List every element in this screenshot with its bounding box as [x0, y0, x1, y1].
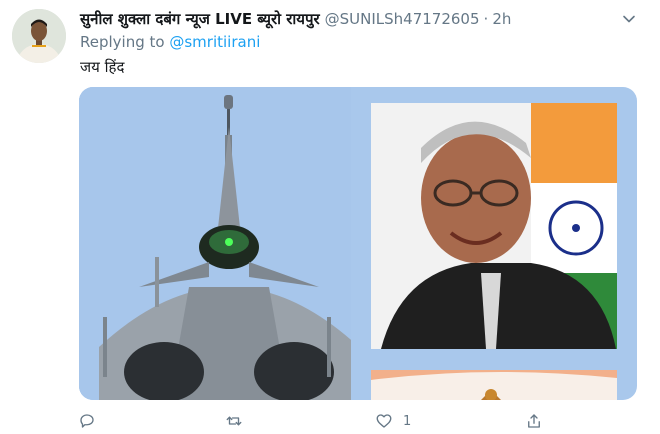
- chevron-down-icon[interactable]: [620, 10, 638, 28]
- separator-dot: ·: [483, 10, 489, 28]
- tweet-actions: 1: [78, 412, 558, 434]
- like-icon: [376, 414, 392, 428]
- tweet-header: सुनील शुक्ला दबंग न्यूज LIVE ब्यूरो रायप…: [80, 8, 511, 30]
- author-handle[interactable]: @SUNILSh47172605: [325, 10, 480, 28]
- tweet-text: जय हिंद: [80, 58, 125, 76]
- media-image-portrait[interactable]: [371, 103, 617, 349]
- media-image-jet[interactable]: [79, 87, 359, 400]
- like-count: 1: [403, 413, 412, 429]
- tweet[interactable]: सुनील शुक्ला दबंग न्यूज LIVE ब्यूरो रायप…: [0, 0, 660, 434]
- author-name[interactable]: सुनील शुक्ला दबंग न्यूज LIVE ब्यूरो रायप…: [80, 9, 320, 29]
- media-grid[interactable]: [79, 87, 637, 400]
- reply-mention-link[interactable]: @smritiirani: [169, 33, 260, 51]
- reply-button[interactable]: [78, 412, 106, 430]
- share-button[interactable]: [525, 412, 553, 430]
- avatar[interactable]: [12, 9, 66, 63]
- replying-prefix: Replying to: [80, 33, 165, 51]
- retweet-button[interactable]: [225, 412, 253, 430]
- replying-to: Replying to @smritiirani: [80, 33, 260, 51]
- reply-icon: [80, 414, 94, 428]
- media-image-partial[interactable]: [371, 370, 617, 400]
- share-icon: [528, 414, 540, 428]
- retweet-icon: [226, 416, 242, 426]
- timestamp[interactable]: 2h: [492, 10, 511, 28]
- like-button[interactable]: 1: [375, 412, 411, 430]
